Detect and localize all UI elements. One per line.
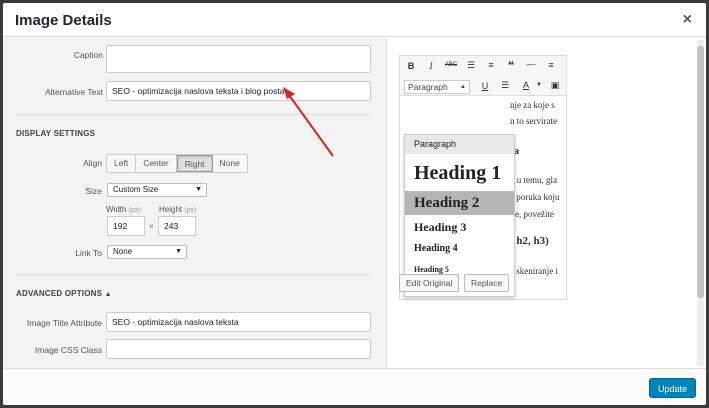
content-line: a skeniranje i xyxy=(510,266,558,276)
scrollbar-thumb[interactable] xyxy=(697,46,704,298)
justify-icon[interactable]: ☰ xyxy=(498,80,512,91)
format-option-heading-2[interactable]: Heading 2 xyxy=(405,191,514,215)
strikethrough-icon[interactable]: ABC xyxy=(444,62,458,68)
replace-button[interactable]: Replace xyxy=(464,274,510,292)
content-line: nje za koje s xyxy=(510,100,555,110)
align-left-icon[interactable]: ≡ xyxy=(544,60,558,70)
format-option-paragraph[interactable]: Paragraph xyxy=(405,135,514,154)
content-line: d u temu, gla xyxy=(510,175,557,185)
content-line: n to servirate xyxy=(510,116,557,126)
content-line: jte, povežite xyxy=(510,209,554,219)
format-select[interactable]: Paragraph ▲ xyxy=(404,80,470,94)
numbered-list-icon[interactable]: ≡ xyxy=(484,60,498,70)
horizontal-line-icon[interactable]: — xyxy=(524,59,538,69)
edit-original-button[interactable]: Edit Original xyxy=(399,274,460,292)
format-option-heading-1[interactable]: Heading 1 xyxy=(405,155,514,191)
modal-footer: Update xyxy=(3,368,706,405)
editor-toolbar: B I ABC ☰ ≡ ❝ — ≡ Paragraph ▲ U ☰ A ▼ ▣ xyxy=(400,56,566,96)
format-option-heading-3[interactable]: Heading 3 xyxy=(405,217,514,237)
italic-icon[interactable]: I xyxy=(424,61,438,71)
bullet-list-icon[interactable]: ☰ xyxy=(464,60,478,71)
content-line: ( h2, h3) xyxy=(510,235,549,247)
bold-icon[interactable]: B xyxy=(404,61,418,71)
image-details-modal: Image Details × Caption Alternative Text… xyxy=(3,3,706,405)
content-line: e poruka koju xyxy=(510,192,560,202)
update-button[interactable]: Update xyxy=(648,378,696,398)
text-color-icon[interactable]: A xyxy=(519,80,533,90)
paste-text-icon[interactable]: ▣ xyxy=(548,80,562,91)
underline-icon[interactable]: U xyxy=(478,81,492,91)
scrollbar[interactable] xyxy=(697,40,704,366)
blockquote-icon[interactable]: ❝ xyxy=(504,59,518,72)
format-option-heading-4[interactable]: Heading 4 xyxy=(405,239,514,259)
preview-panel: B I ABC ☰ ≡ ❝ — ≡ Paragraph ▲ U ☰ A ▼ ▣ … xyxy=(388,38,706,368)
chevron-down-icon[interactable]: ▼ xyxy=(532,82,546,88)
chevron-up-down-icon: ▲ xyxy=(460,84,466,90)
format-select-value: Paragraph xyxy=(408,82,448,92)
format-dropdown-menu: Paragraph Heading 1 Heading 2 Heading 3 … xyxy=(404,134,515,297)
